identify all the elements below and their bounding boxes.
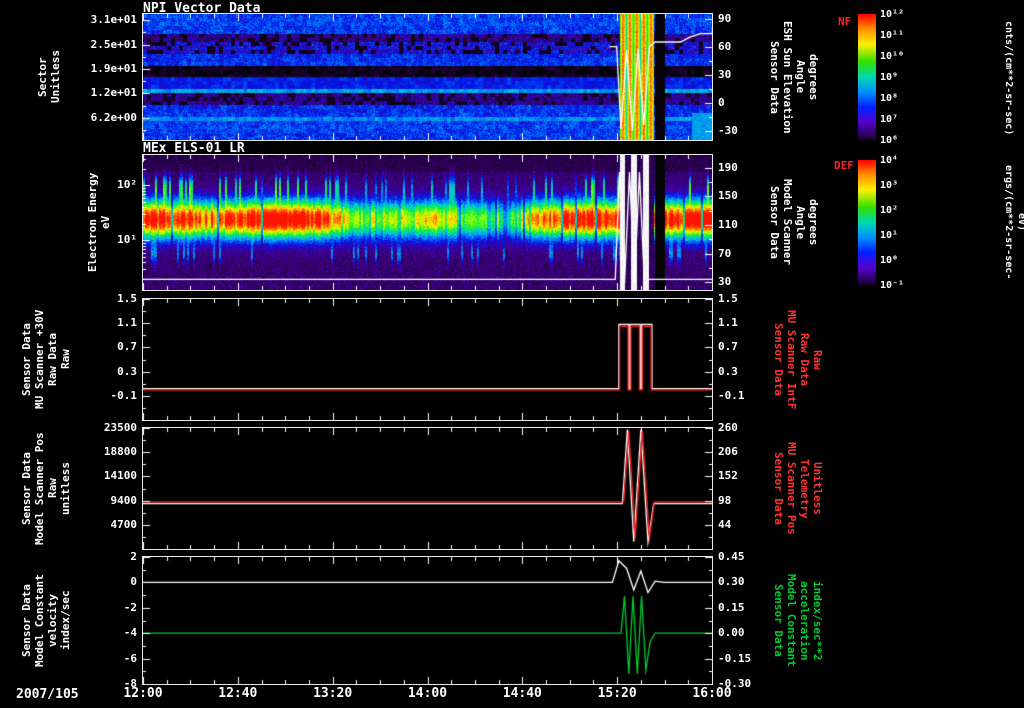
mu-scanner-30v-plot-canvas xyxy=(143,299,712,420)
y-label-left-els: Electron Energy eV xyxy=(86,155,112,290)
tick-label: 2.5e+01 xyxy=(75,38,137,51)
y-label-left-npi: Sector Unitless xyxy=(36,14,62,140)
tick-label: 10² xyxy=(880,204,920,217)
nf-colorbar-label: NF xyxy=(838,15,851,28)
tick-label: 44 xyxy=(718,518,768,531)
tick-label: -30 xyxy=(718,124,768,137)
tick-label: 10⁷ xyxy=(880,113,920,126)
tick-label: 0.30 xyxy=(718,575,768,588)
tick-label: 206 xyxy=(718,445,768,458)
y-label-right-sun-elevation: Sensor Data ESH Sun Elevation Angle degr… xyxy=(768,14,820,140)
tick-label: 10⁴ xyxy=(880,154,920,167)
tick-label: 190 xyxy=(718,161,768,174)
tick-label: 10⁻¹ xyxy=(880,279,920,292)
tick-label: 10⁰ xyxy=(880,254,920,267)
tick-label: 70 xyxy=(718,247,768,260)
tick-label: -6 xyxy=(75,652,137,665)
tick-label: 150 xyxy=(718,189,768,202)
tick-label: 13:20 xyxy=(303,687,363,700)
model-constant-plot-canvas xyxy=(143,557,712,684)
y-label-right-mu-pos: Sensor Data MU Scanner Pos Telemetry Uni… xyxy=(772,428,824,549)
tick-label: 14:00 xyxy=(398,687,458,700)
tick-label: 1.2e+01 xyxy=(75,86,137,99)
tick-label: 0.7 xyxy=(75,340,137,353)
tick-label: 23500 xyxy=(75,421,137,434)
tick-label: -0.15 xyxy=(718,652,768,665)
nf-colorbar-gradient xyxy=(858,14,876,140)
tick-label: 98 xyxy=(718,494,768,507)
tick-label: 1.1 xyxy=(718,316,768,329)
tick-label: 0.7 xyxy=(718,340,768,353)
tick-label: 152 xyxy=(718,469,768,482)
tick-label: 1.9e+01 xyxy=(75,62,137,75)
tick-label: 90 xyxy=(718,12,768,25)
tick-label: 0.15 xyxy=(718,601,768,614)
tick-label: 60 xyxy=(718,40,768,53)
y-label-left-scanner-pos: Sensor Data Model Scanner Pos Raw unitle… xyxy=(20,428,72,549)
tick-label: 10¹¹ xyxy=(880,29,920,42)
panel-model-constant xyxy=(142,556,713,685)
tick-label: 10³ xyxy=(880,179,920,192)
tick-label: 0.3 xyxy=(718,365,768,378)
tick-label: 0.45 xyxy=(718,550,768,563)
tick-label: 14:40 xyxy=(492,687,552,700)
tick-label: 15:20 xyxy=(587,687,647,700)
y-label-right-acceleration: Sensor Data Model Constant acceleration … xyxy=(772,557,824,684)
y-label-left-model-constant: Sensor Data Model Constant velocity inde… xyxy=(20,557,72,684)
tick-label: 10⁹ xyxy=(880,71,920,84)
tick-label: 9400 xyxy=(75,494,137,507)
scanner-pos-plot-canvas xyxy=(143,428,712,549)
tick-label: 12:00 xyxy=(113,687,173,700)
tick-label: 6.2e+00 xyxy=(75,111,137,124)
def-colorbar-unit-label: ergs/(cm**2-sr-sec-eV) xyxy=(1002,156,1024,288)
tick-label: -0.1 xyxy=(75,389,137,402)
tick-label: 30 xyxy=(718,275,768,288)
tick-label: 1.5 xyxy=(75,292,137,305)
tick-label: 1.5 xyxy=(718,292,768,305)
def-colorbar-label: DEF xyxy=(834,159,854,172)
panel-mu-scanner-30v xyxy=(142,298,713,421)
nf-colorbar-unit-label: cnts/(cm**2-sr-sec) xyxy=(1002,12,1015,144)
y-label-left-mu-scanner-30v: Sensor Data MU Scanner +30V Raw Data Raw xyxy=(20,299,72,420)
tick-label: 14100 xyxy=(75,469,137,482)
y-label-right-scanner-angle: Sensor Data Model Scanner Angle degrees xyxy=(768,155,820,290)
tick-label: -2 xyxy=(75,601,137,614)
tick-label: 0 xyxy=(75,575,137,588)
tick-label: 3.1e+01 xyxy=(75,13,137,26)
tick-label: 2 xyxy=(75,550,137,563)
els-spectrogram-canvas xyxy=(143,155,712,290)
date-label: 2007/105 xyxy=(16,687,79,702)
tick-label: 0.00 xyxy=(718,626,768,639)
tick-label: -0.1 xyxy=(718,389,768,402)
tick-label: 1.1 xyxy=(75,316,137,329)
tick-label: 0 xyxy=(718,96,768,109)
panel-scanner-pos xyxy=(142,427,713,550)
plot-page: NPI Vector Data MEx ELS-01 LR Sector Uni… xyxy=(0,0,1024,708)
tick-label: 0.3 xyxy=(75,365,137,378)
y-label-right-mu-intf: Sensor Data MU Scanner IntF Raw Data Raw xyxy=(772,299,824,420)
tick-label: 10¹ xyxy=(880,229,920,242)
panel-els-spectrogram xyxy=(142,154,713,291)
npi-spectrogram-canvas xyxy=(143,14,712,140)
tick-label: 12:40 xyxy=(208,687,268,700)
panel-npi-spectrogram xyxy=(142,13,713,141)
tick-label: 10⁶ xyxy=(880,134,920,147)
tick-label: 18800 xyxy=(75,445,137,458)
tick-label: 4700 xyxy=(75,518,137,531)
tick-label: 30 xyxy=(718,68,768,81)
tick-label: 260 xyxy=(718,421,768,434)
tick-label: 10⁸ xyxy=(880,92,920,105)
tick-label: 16:00 xyxy=(682,687,742,700)
def-colorbar-gradient xyxy=(858,160,876,285)
tick-label: 10² xyxy=(75,178,137,191)
tick-label: 10¹ xyxy=(75,233,137,246)
tick-label: 10¹² xyxy=(880,8,920,21)
tick-label: 110 xyxy=(718,218,768,231)
tick-label: -4 xyxy=(75,626,137,639)
tick-label: 10¹⁰ xyxy=(880,50,920,63)
